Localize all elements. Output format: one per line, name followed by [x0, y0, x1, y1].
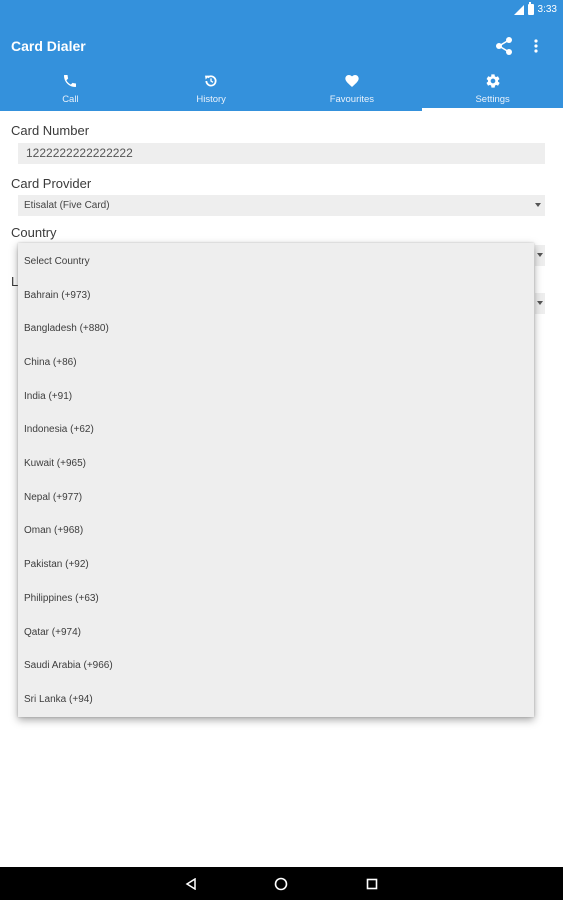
app-title: Card Dialer [11, 38, 86, 54]
tab-settings[interactable]: Settings [422, 70, 563, 111]
country-option[interactable]: Kuwait (+965) [18, 447, 534, 481]
share-icon [496, 37, 512, 55]
share-button[interactable] [492, 34, 516, 58]
tab-call-label: Call [62, 94, 79, 105]
tab-history[interactable]: History [141, 70, 282, 111]
overflow-menu-button[interactable] [526, 34, 546, 58]
tab-favourites-label: Favourites [329, 94, 375, 105]
country-option[interactable]: Bangladesh (+880) [18, 312, 534, 346]
recents-button[interactable] [363, 875, 381, 893]
country-option[interactable]: Saudi Arabia (+966) [18, 649, 534, 683]
recents-icon [366, 878, 378, 890]
status-time: 3:33 [537, 4, 557, 15]
country-option[interactable]: Philippines (+63) [18, 582, 534, 616]
card-provider-select[interactable]: Etisalat (Five Card) [18, 195, 545, 216]
more-vert-icon [534, 39, 538, 53]
country-option[interactable]: Indonesia (+62) [18, 413, 534, 447]
card-number-label: Card Number [11, 123, 90, 138]
card-provider-label: Card Provider [11, 176, 92, 191]
navigation-bar [0, 867, 563, 900]
country-option[interactable]: China (+86) [18, 346, 534, 380]
dropdown-arrow-icon [535, 203, 541, 207]
language-select[interactable] [535, 293, 545, 314]
back-icon [185, 878, 196, 890]
country-select[interactable] [535, 245, 545, 266]
home-icon [274, 877, 288, 891]
country-option[interactable]: Sri Lanka (+94) [18, 683, 534, 717]
battery-icon [527, 2, 534, 15]
tab-history-label: History [196, 94, 226, 105]
phone-icon [61, 72, 79, 90]
country-dropdown-list: Select Country Bahrain (+973) Bangladesh… [18, 243, 534, 717]
home-button[interactable] [272, 875, 290, 893]
tab-call[interactable]: Call [0, 70, 141, 111]
heart-icon [343, 72, 361, 90]
country-option[interactable]: India (+91) [18, 379, 534, 413]
country-option[interactable]: Bahrain (+973) [18, 278, 534, 312]
country-label: Country [11, 225, 57, 240]
country-option[interactable]: Select Country [18, 245, 534, 279]
card-provider-value: Etisalat (Five Card) [24, 200, 110, 211]
tab-bar: Call History Favourites Settings [0, 70, 563, 111]
history-icon [202, 72, 220, 90]
back-button[interactable] [182, 875, 200, 893]
card-number-input[interactable]: 1222222222222222 [18, 143, 545, 164]
country-option[interactable]: Qatar (+974) [18, 615, 534, 649]
dropdown-arrow-icon [537, 253, 543, 257]
tab-favourites[interactable]: Favourites [282, 70, 423, 111]
tab-settings-label: Settings [475, 94, 510, 105]
status-bar: 3:33 [0, 0, 563, 22]
status-icons: 3:33 [513, 2, 557, 15]
country-option[interactable]: Pakistan (+92) [18, 548, 534, 582]
dropdown-arrow-icon [537, 301, 543, 305]
gear-icon [484, 72, 502, 90]
country-option[interactable]: Oman (+968) [18, 514, 534, 548]
signal-icon [513, 4, 524, 15]
app-bar: Card Dialer [0, 22, 563, 70]
country-option[interactable]: Nepal (+977) [18, 480, 534, 514]
